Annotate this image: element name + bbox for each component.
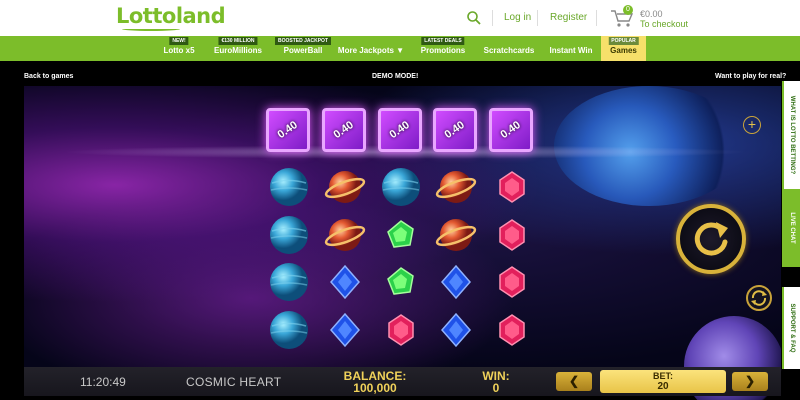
nav-badge: NEW! (169, 37, 189, 45)
crate-label: 0.40 (498, 118, 524, 142)
crate-label: 0.40 (331, 118, 357, 142)
multiplier-crate: 0.40 (266, 108, 310, 152)
header-divider (596, 10, 597, 26)
nav-item-powerball[interactable]: BOOSTED JACKPOT PowerBall (274, 36, 332, 61)
side-tab-label: WHAT IS LOTTO BETTING? (789, 95, 795, 175)
nav-item-label: Lotto x5 (163, 46, 195, 55)
crate-label: 0.40 (275, 118, 301, 142)
side-tab-lotto-betting[interactable]: WHAT IS LOTTO BETTING? (782, 81, 800, 189)
fire-planet-symbol (435, 166, 477, 208)
back-to-games-link[interactable]: Back to games (24, 73, 73, 80)
bet-label: BET: (653, 371, 673, 381)
spin-arrow-icon (694, 222, 728, 256)
nav-item-label: Games (610, 46, 637, 55)
blue-planet-symbol (380, 166, 422, 208)
nav-badge: €130 MILLION (218, 37, 258, 45)
blue-gem-symbol (324, 261, 366, 303)
nav-badge: LATEST DEALS (421, 37, 465, 45)
green-gem-symbol (380, 214, 422, 256)
nav-item-more-jackpots[interactable]: More Jackpots ▼ (336, 36, 406, 61)
blue-gem-symbol (435, 309, 477, 351)
multiplier-crate: 0.40 (378, 108, 422, 152)
header-divider (492, 10, 493, 26)
crate-label: 0.40 (442, 118, 468, 142)
register-link[interactable]: Register (550, 12, 587, 23)
play-for-real-link[interactable]: Want to play for real? (715, 73, 786, 80)
nav-item-euromillions[interactable]: €130 MILLION EuroMillions (206, 36, 270, 61)
site-header: Lottoland Log in Register 0 €0.00 To che… (0, 0, 800, 36)
nav-item-games[interactable]: POPULAR Games (601, 36, 646, 61)
spin-button[interactable] (676, 204, 746, 274)
blue-gem-symbol (435, 261, 477, 303)
crate-label: 0.40 (387, 118, 413, 142)
nav-item-label: PowerBall (283, 46, 323, 55)
multiplier-crate: 0.40 (489, 108, 533, 152)
nav-badge: POPULAR (608, 37, 639, 45)
win-value: 0 (492, 381, 500, 395)
main-nav: NEW! Lotto x5 €130 MILLION EuroMillions … (0, 36, 800, 61)
lottoland-logo[interactable]: Lottoland (116, 4, 226, 28)
blue-planet-symbol (268, 309, 310, 351)
plus-button[interactable]: + (743, 116, 761, 134)
nav-item-label: Instant Win (549, 46, 593, 55)
clock: 11:20:49 (80, 375, 126, 389)
bet-display: BET: 20 (600, 370, 726, 393)
autoplay-button[interactable] (746, 285, 772, 311)
game-frame: Back to games DEMO MODE! Want to play fo… (0, 61, 800, 400)
blue-planet-symbol (268, 166, 310, 208)
multiplier-crate: 0.40 (322, 108, 366, 152)
checkout-link[interactable]: To checkout (640, 19, 688, 29)
blue-planet-symbol (268, 214, 310, 256)
nav-item-lotto-x5[interactable]: NEW! Lotto x5 (156, 36, 202, 61)
red-gem-symbol (491, 166, 533, 208)
red-gem-symbol (491, 214, 533, 256)
multiplier-crate: 0.40 (433, 108, 477, 152)
status-bar: 11:20:49 COSMIC HEART BALANCE: 100,000 W… (24, 367, 781, 396)
header-divider (537, 10, 538, 26)
red-gem-symbol (491, 309, 533, 351)
side-tab-live-chat[interactable]: LIVE CHAT (782, 189, 800, 267)
game-title: COSMIC HEART (186, 375, 282, 389)
cart-count-badge: 0 (623, 5, 633, 15)
nav-badge: BOOSTED JACKPOT (274, 37, 332, 45)
nav-item-label: EuroMillions (214, 46, 262, 55)
autoplay-icon (751, 290, 767, 306)
cart-amount: €0.00 (640, 9, 663, 19)
blue-gem-symbol (324, 309, 366, 351)
red-gem-symbol (491, 261, 533, 303)
nav-item-label: More Jackpots ▼ (337, 46, 405, 55)
nav-item-label: Scratchcards (483, 46, 535, 55)
nav-item-instant-win[interactable]: Instant Win (544, 36, 598, 61)
green-gem-symbol (380, 261, 422, 303)
nav-item-scratchcards[interactable]: Scratchcards (478, 36, 540, 61)
red-gem-symbol (380, 309, 422, 351)
login-link[interactable]: Log in (504, 12, 531, 23)
fire-planet-symbol (435, 214, 477, 256)
fire-planet-symbol (324, 214, 366, 256)
side-tab-label: LIVE CHAT (789, 212, 795, 244)
nav-item-promotions[interactable]: LATEST DEALS Promotions (412, 36, 474, 61)
balance-value: 100,000 (353, 381, 397, 395)
nav-item-label: Promotions (420, 46, 466, 55)
search-icon[interactable] (466, 10, 482, 26)
left-margin (0, 86, 24, 400)
demo-mode-label: DEMO MODE! (372, 73, 419, 80)
fire-planet-symbol (324, 166, 366, 208)
bet-increase-button[interactable]: ❯ (732, 372, 768, 391)
logo-swoosh (122, 27, 180, 31)
side-tab-support-faq[interactable]: SUPPORT & FAQ (782, 287, 800, 369)
side-tab-label: SUPPORT & FAQ (789, 303, 795, 353)
bet-decrease-button[interactable]: ❮ (556, 372, 592, 391)
bet-value: 20 (657, 381, 669, 392)
blue-planet-symbol (268, 261, 310, 303)
